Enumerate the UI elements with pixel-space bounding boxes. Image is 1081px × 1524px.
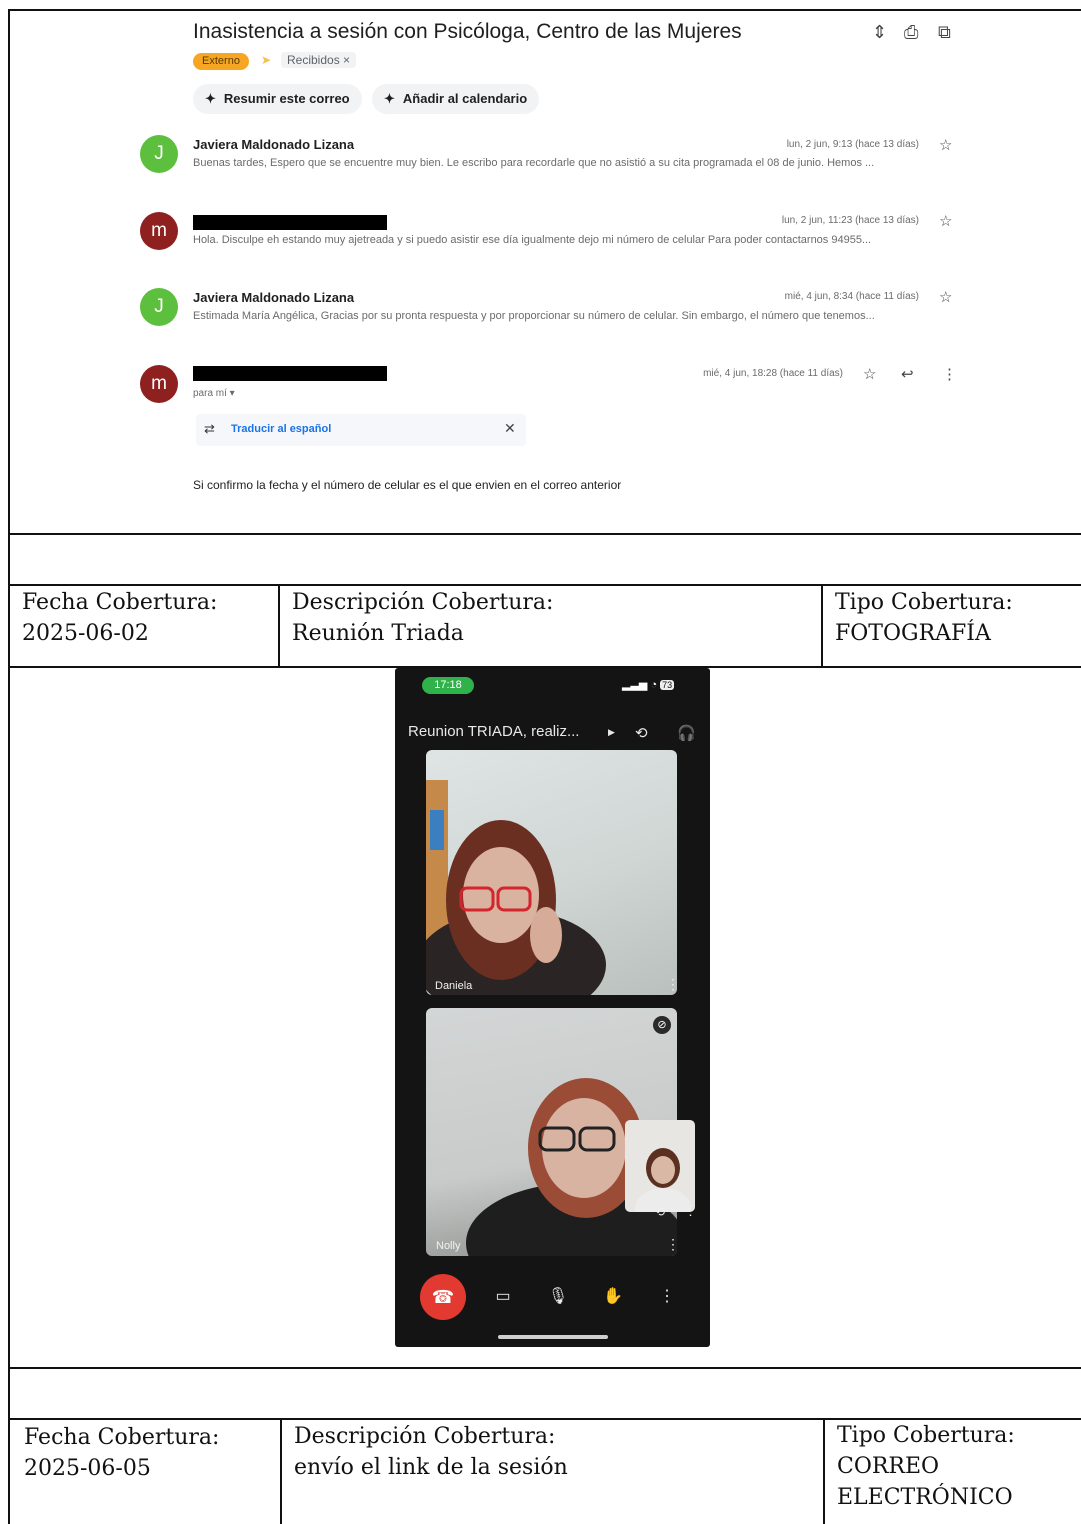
more-options-icon[interactable]: ⋮ <box>655 1286 679 1306</box>
sparkle-icon: ✦ <box>384 91 395 106</box>
participant-tile[interactable] <box>426 750 677 995</box>
email-subject: Inasistencia a sesión con Psicóloga, Cen… <box>193 20 742 43</box>
tipo-label: Tipo Cobertura: <box>837 1423 1015 1448</box>
participant-name: Daniela <box>435 980 473 992</box>
end-call-button[interactable]: ☎ <box>420 1274 466 1320</box>
importance-marker-icon: ➤ <box>261 53 272 67</box>
descripcion-label: Descripción Cobertura: <box>294 1424 556 1449</box>
star-icon[interactable]: ☆ <box>863 365 876 383</box>
inbox-label[interactable]: Recibidos × <box>281 52 357 68</box>
descripcion-label: Descripción Cobertura: <box>292 590 554 615</box>
fecha-value: 2025-06-02 <box>22 621 149 646</box>
tipo-value: CORREO <box>837 1454 940 1479</box>
more-options-icon[interactable]: ⋮ <box>666 1236 680 1253</box>
avatar: m <box>140 365 178 403</box>
fecha-value: 2025-06-05 <box>24 1456 151 1481</box>
add-to-calendar-button[interactable]: ✦ Añadir al calendario <box>372 84 540 114</box>
recipient-dropdown[interactable]: para mí ▾ <box>193 388 235 399</box>
sparkle-icon: ✦ <box>205 91 216 106</box>
print-icon[interactable]: ⎙ <box>904 22 918 43</box>
microphone-icon[interactable]: 🎙 <box>546 1286 570 1306</box>
summarize-button[interactable]: ✦ Resumir este correo <box>193 84 362 114</box>
frame-top-line <box>8 9 1081 11</box>
signal-icon: ▂▃▅ <box>622 679 648 691</box>
external-label[interactable]: Externo <box>193 53 249 70</box>
star-icon[interactable]: ☆ <box>939 288 952 306</box>
more-options-icon[interactable]: ⋮ <box>684 1203 697 1219</box>
frame-left-line <box>8 9 10 1524</box>
message-snippet[interactable]: Estimada María Angélica, Gracias por su … <box>193 310 957 322</box>
col-line <box>278 584 280 667</box>
avatar: m <box>140 212 178 250</box>
more-options-icon[interactable]: ⋮ <box>666 976 680 993</box>
tipo-label: Tipo Cobertura: <box>835 590 1013 615</box>
muted-mic-icon: ⊘ <box>653 1016 671 1034</box>
expand-collapse-icon[interactable]: ⇕ <box>872 22 887 43</box>
self-view-video <box>635 1148 691 1212</box>
row-line <box>8 584 1081 586</box>
fecha-label: Fecha Cobertura: <box>24 1425 220 1450</box>
message-date: lun, 2 jun, 9:13 (hace 13 días) <box>786 139 919 150</box>
status-icons: ▂▃▅ ◔ 73 <box>622 678 675 691</box>
home-indicator[interactable] <box>498 1335 608 1339</box>
translate-icon: ⇄ <box>204 421 215 436</box>
message-date: mié, 4 jun, 18:28 (hace 11 días) <box>703 368 843 379</box>
translate-link[interactable]: Traducir al español <box>231 423 331 435</box>
message-date: mié, 4 jun, 8:34 (hace 11 días) <box>784 291 919 302</box>
battery-icon: 73 <box>660 680 675 690</box>
camera-icon[interactable]: ▭ <box>491 1286 515 1306</box>
message-sender[interactable]: Javiera Maldonado Lizana <box>193 137 354 152</box>
message-date: lun, 2 jun, 11:23 (hace 13 días) <box>781 215 919 226</box>
meeting-title[interactable]: Reunion TRIADA, realiz... <box>408 723 579 740</box>
tipo-value: FOTOGRAFÍA <box>835 621 991 646</box>
tipo-value: ELECTRÓNICO <box>837 1485 1013 1510</box>
open-new-window-icon[interactable]: ⧉ <box>938 22 951 43</box>
participant-video <box>426 780 606 995</box>
raise-hand-icon[interactable]: ✋ <box>601 1286 625 1306</box>
reply-icon[interactable]: ↩ <box>901 365 914 383</box>
col-line <box>821 584 823 667</box>
message-sender[interactable]: Javiera Maldonado Lizana <box>193 290 354 305</box>
switch-camera-icon[interactable]: ⟲ <box>635 724 648 742</box>
message-snippet[interactable]: Buenas tardes, Espero que se encuentre m… <box>193 157 957 169</box>
participant-name: Nolly <box>436 1240 461 1252</box>
star-icon[interactable]: ☆ <box>939 212 952 230</box>
redacted-sender <box>193 366 387 381</box>
message-snippet[interactable]: Hola. Disculpe eh estando muy ajetreada … <box>193 234 957 246</box>
redacted-sender <box>193 215 387 230</box>
descripcion-value: envío el link de la sesión <box>294 1455 568 1480</box>
chevron-right-icon[interactable]: ▶ <box>608 727 615 738</box>
wifi-icon: ◔ <box>650 679 658 691</box>
avatar: J <box>140 135 178 173</box>
row-line <box>8 1367 1081 1369</box>
phone-hangup-icon: ☎ <box>431 1287 455 1307</box>
email-body: Si confirmo la fecha y el número de celu… <box>193 478 622 492</box>
row-line <box>8 533 1081 535</box>
col-line <box>823 1418 825 1524</box>
col-line <box>280 1418 282 1524</box>
fecha-label: Fecha Cobertura: <box>22 590 218 615</box>
avatar: J <box>140 288 178 326</box>
self-view[interactable] <box>625 1120 695 1212</box>
more-options-icon[interactable]: ⋮ <box>942 365 957 383</box>
audio-output-icon[interactable]: 🎧 <box>677 724 696 742</box>
close-icon[interactable]: ✕ <box>504 420 516 437</box>
status-time: 17:18 <box>422 677 474 694</box>
switch-camera-icon[interactable]: ⟲ <box>655 1205 665 1219</box>
descripcion-value: Reunión Triada <box>292 621 464 646</box>
star-icon[interactable]: ☆ <box>939 136 952 154</box>
